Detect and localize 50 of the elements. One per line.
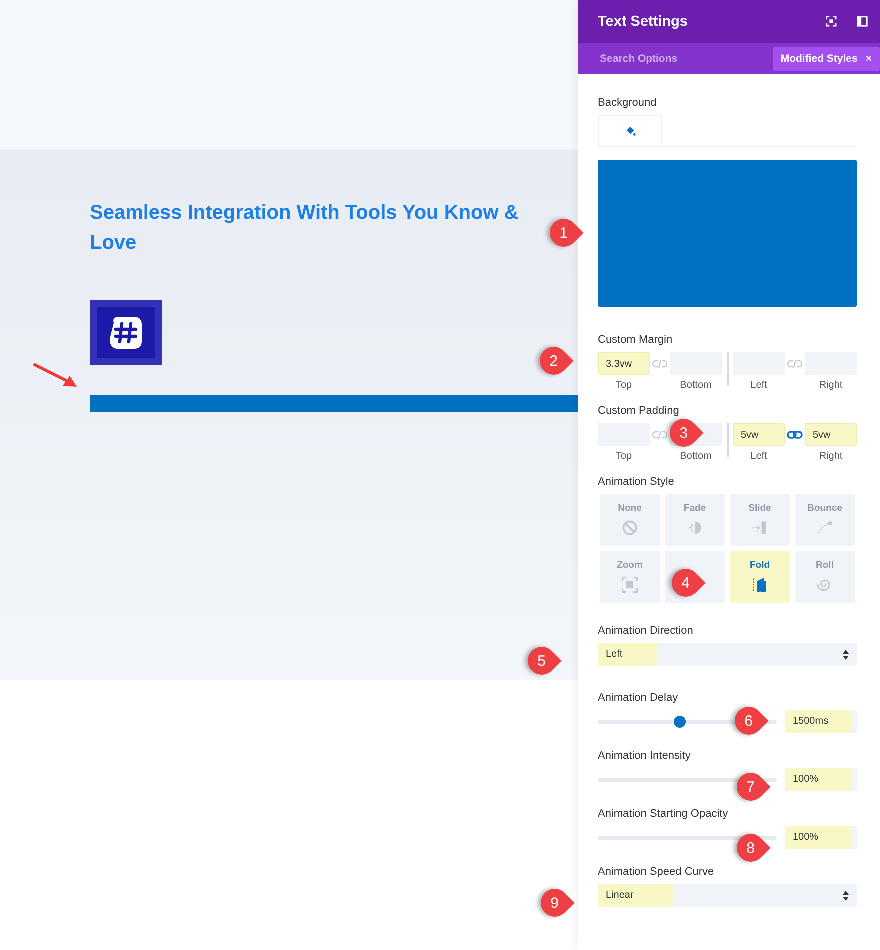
section-label: Animation Delay	[598, 692, 680, 704]
focus-icon[interactable]	[826, 16, 837, 27]
field-label: Left	[750, 380, 768, 391]
arrow-icon	[33, 363, 79, 389]
animation-option[interactable]: Fade	[665, 494, 725, 546]
panel-tab[interactable]: Modified Styles ×	[772, 46, 880, 70]
section-label: Animation Direction	[598, 625, 694, 637]
panel-title: Text Settings	[598, 14, 689, 30]
input-field[interactable]: 1500ms	[785, 710, 857, 733]
field-label: Right	[819, 451, 843, 462]
blocked-icon	[621, 519, 639, 537]
section-label: Animation Speed Curve	[598, 866, 716, 878]
input-field[interactable]: 100%	[785, 826, 857, 849]
select-field[interactable]: Left	[598, 643, 857, 666]
field-label: Left	[750, 451, 768, 462]
arrow-to-bar-icon	[751, 519, 769, 537]
color-preview[interactable]	[598, 160, 857, 307]
slider-thumb[interactable]	[674, 716, 686, 728]
input-field[interactable]: 5vw	[733, 423, 785, 446]
input-field[interactable]: 100%	[785, 768, 857, 791]
select-field[interactable]: Linear	[598, 884, 857, 907]
section-label: Animation Intensity	[598, 750, 692, 762]
expand-corners-icon	[621, 576, 639, 594]
sort-caret-icon	[843, 650, 849, 660]
section-heading: Seamless Integration With Tools You Know & Love	[90, 201, 520, 256]
input-field[interactable]: 5vw	[805, 423, 857, 446]
animation-option[interactable]: Bounce	[795, 494, 855, 546]
link-icon[interactable]	[787, 430, 803, 440]
sort-caret-icon	[843, 890, 849, 900]
input-field[interactable]: 3.3vw	[598, 352, 650, 375]
field-label: Bottom	[680, 380, 712, 391]
animation-option[interactable]: Roll	[795, 551, 855, 603]
section-label: Background	[598, 97, 658, 109]
half-circle-icon	[686, 519, 704, 537]
close-icon[interactable]: ×	[866, 52, 872, 64]
field-label: Bottom	[680, 451, 712, 462]
section-label: Animation Starting Opacity	[598, 808, 730, 820]
animation-option[interactable]: None	[600, 494, 660, 546]
animation-option[interactable]: Fold	[730, 551, 790, 603]
panel-tab[interactable]: Search Options	[600, 46, 678, 70]
field-label: Right	[819, 380, 843, 391]
field-label: Top	[616, 451, 632, 462]
sidebar-icon[interactable]	[857, 16, 868, 27]
book-icon	[751, 576, 769, 594]
animation-option[interactable]: Slide	[730, 494, 790, 546]
animation-option[interactable]: Zoom	[600, 551, 660, 603]
field-label: Top	[616, 380, 632, 391]
link-icon[interactable]	[652, 430, 668, 440]
section-label: Custom Margin	[598, 334, 674, 346]
section-label: Animation Style	[598, 476, 676, 488]
